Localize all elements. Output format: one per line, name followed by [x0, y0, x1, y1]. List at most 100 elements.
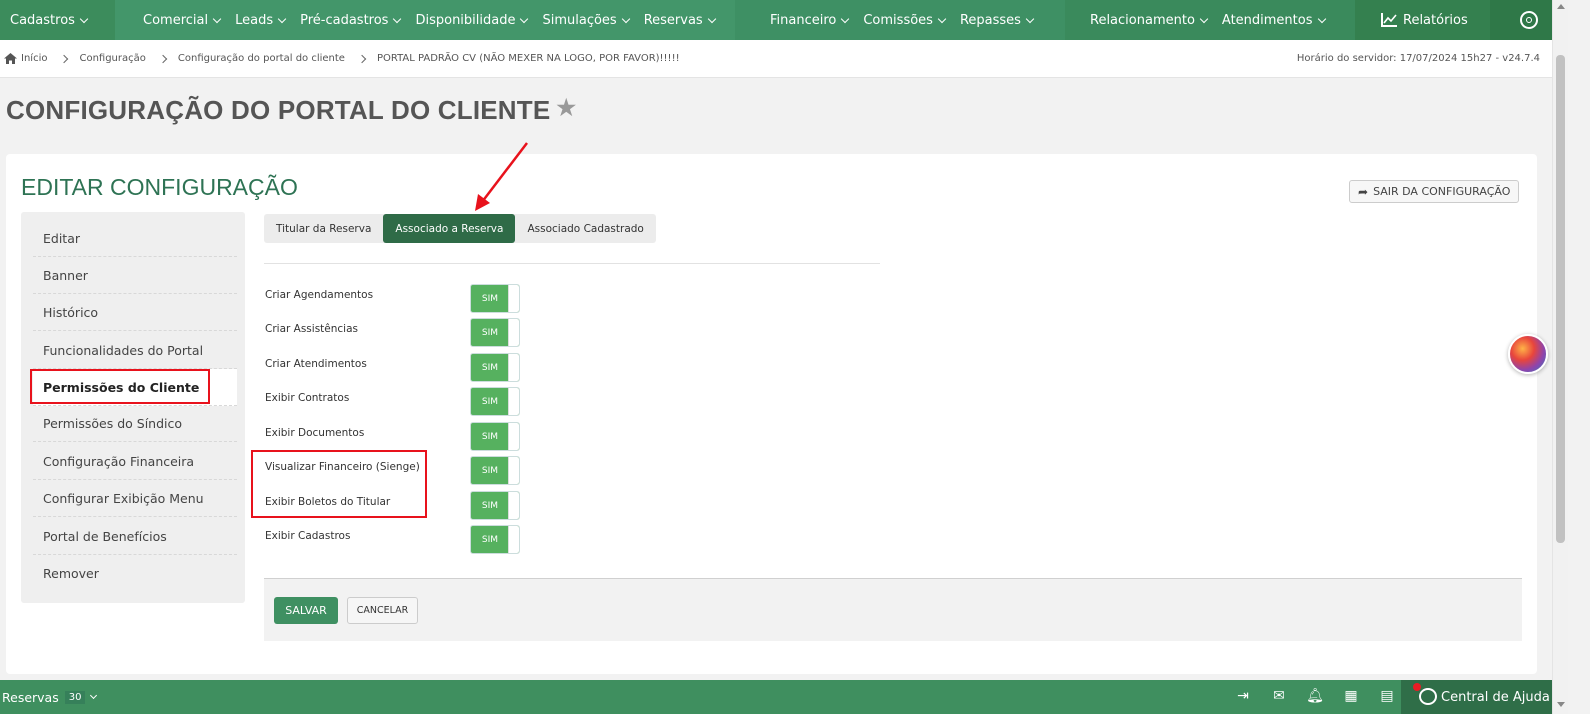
- nav-item-leads[interactable]: Leads: [235, 12, 287, 28]
- permission-toggle[interactable]: SIM: [470, 491, 520, 520]
- form-actions: SALVAR CANCELAR: [264, 578, 1522, 641]
- nav-item-pre-cadastros[interactable]: Pré-cadastros: [300, 12, 402, 28]
- permission-toggle[interactable]: SIM: [470, 353, 520, 382]
- nav-item-relatorios[interactable]: Relatórios: [1381, 13, 1468, 28]
- breadcrumb-label: Configuração: [79, 53, 146, 64]
- toggle-knob: [508, 423, 519, 450]
- nav-label: Relacionamento: [1090, 12, 1195, 28]
- sidebar-item-permissoes-sindico[interactable]: Permissões do Síndico: [33, 405, 237, 442]
- announcement-icon[interactable]: ✉: [1270, 687, 1288, 705]
- nav-label: Reservas: [643, 12, 703, 28]
- toggle-knob: [508, 388, 519, 415]
- toggle-knob: [508, 319, 519, 346]
- line-chart-icon: [1381, 13, 1397, 27]
- collapse-arrow-icon[interactable]: ⇥: [1234, 687, 1252, 705]
- cancel-button[interactable]: CANCELAR: [347, 597, 418, 624]
- tab-associado-reserva[interactable]: Associado a Reserva: [383, 214, 516, 243]
- chevron-down-icon: [707, 14, 716, 23]
- permission-label: Criar Atendimentos: [265, 358, 367, 370]
- nav-label: Pré-cadastros: [300, 12, 389, 28]
- star-icon[interactable]: ★: [556, 95, 576, 121]
- tab-associado-cadastrado[interactable]: Associado Cadastrado: [515, 214, 655, 243]
- nav-item-comercial[interactable]: Comercial: [143, 13, 222, 28]
- nav-item-atendimentos[interactable]: Atendimentos: [1222, 13, 1326, 28]
- chevron-down-icon: [212, 14, 222, 23]
- sidebar-item-editar[interactable]: Editar: [33, 220, 237, 257]
- nav-label: Relatórios: [1403, 12, 1468, 28]
- permission-label: Criar Assistências: [265, 323, 358, 335]
- sidebar-item-config-financeira[interactable]: Configuração Financeira: [33, 443, 237, 480]
- nav-item-financeiro[interactable]: Financeiro: [770, 12, 850, 28]
- toggle-value: SIM: [481, 327, 499, 338]
- breadcrumb-item-current: PORTAL PADRÃO CV (NÃO MEXER NA LOGO, POR…: [377, 53, 680, 64]
- assistant-orb-icon[interactable]: [1508, 334, 1548, 374]
- breadcrumb-label: PORTAL PADRÃO CV (NÃO MEXER NA LOGO, POR…: [376, 53, 680, 64]
- nav-item-comissoes[interactable]: Comissões: [863, 13, 947, 28]
- toggle-value: SIM: [481, 431, 499, 442]
- permission-toggle[interactable]: SIM: [470, 318, 520, 347]
- nav-segment-relatorios: Relatórios: [1355, 0, 1490, 40]
- sidebar-item-funcionalidades[interactable]: Funcionalidades do Portal: [33, 332, 237, 369]
- breadcrumb-item-inicio[interactable]: Início: [4, 53, 47, 64]
- permission-label: Exibir Documentos: [265, 427, 365, 439]
- toggle-value: SIM: [481, 293, 499, 304]
- toggle-value: SIM: [481, 362, 499, 373]
- scroll-down-icon[interactable]: [1557, 702, 1565, 707]
- permission-toggle[interactable]: SIM: [470, 525, 520, 554]
- chevron-down-icon: [79, 14, 89, 23]
- tab-titular-reserva[interactable]: Titular da Reserva: [264, 214, 383, 243]
- bottom-bar: Reservas 30 ⇥ ✉ 🔔︎ ▦ ▤ Central de Ajuda: [0, 680, 1552, 714]
- gear-icon[interactable]: [1520, 11, 1538, 29]
- calendar-icon[interactable]: ▦: [1342, 687, 1360, 705]
- toggle-value: SIM: [481, 500, 499, 511]
- exit-button-label: SAIR DA CONFIGURAÇÃO: [1373, 185, 1511, 198]
- toggle-knob: [508, 354, 519, 381]
- toggle-knob: [508, 526, 519, 553]
- nav-label: Financeiro: [770, 12, 837, 28]
- bell-icon[interactable]: 🔔︎: [1306, 687, 1324, 705]
- chevron-down-icon: [621, 14, 630, 23]
- nav-item-reservas[interactable]: Reservas: [643, 12, 716, 28]
- scroll-thumb[interactable]: [1556, 55, 1565, 543]
- calculator-icon[interactable]: ▤: [1378, 687, 1396, 705]
- chevron-down-icon: [841, 14, 850, 23]
- permission-toggle[interactable]: SIM: [470, 284, 520, 313]
- breadcrumb-item-configuracao[interactable]: Configuração: [79, 53, 145, 64]
- chevron-right-icon: [60, 54, 69, 63]
- chat-bubble-icon: [1419, 688, 1437, 705]
- save-button[interactable]: SALVAR: [274, 597, 338, 624]
- permission-label: Exibir Contratos: [265, 392, 350, 404]
- sidebar-item-exibicao-menu[interactable]: Configurar Exibição Menu: [33, 480, 237, 517]
- permission-label: Exibir Cadastros: [265, 530, 351, 542]
- nav-label: Leads: [235, 12, 274, 28]
- page-scrollbar[interactable]: [1552, 0, 1568, 714]
- chevron-down-icon: [277, 14, 287, 23]
- nav-item-disponibilidade[interactable]: Disponibilidade: [415, 13, 529, 28]
- sidebar-item-portal-beneficios[interactable]: Portal de Benefícios: [33, 518, 237, 555]
- sidebar-item-banner[interactable]: Banner: [33, 257, 237, 294]
- breadcrumb-item-portal-config[interactable]: Configuração do portal do cliente: [178, 53, 345, 64]
- home-icon: [4, 53, 17, 64]
- chevron-down-icon: [1317, 14, 1326, 23]
- nav-segment-relacionamento: Relacionamento Atendimentos: [1065, 0, 1355, 40]
- exit-configuration-button[interactable]: ➦ SAIR DA CONFIGURAÇÃO: [1349, 180, 1520, 203]
- help-center-button[interactable]: Central de Ajuda: [1401, 680, 1552, 714]
- chevron-down-icon: [393, 14, 402, 23]
- nav-item-repasses[interactable]: Repasses: [960, 13, 1035, 28]
- toggle-value: SIM: [481, 396, 499, 407]
- permission-toggle[interactable]: SIM: [470, 456, 520, 485]
- sidebar-item-historico[interactable]: Histórico: [33, 294, 237, 331]
- reservas-selector[interactable]: Reservas 30: [2, 690, 98, 705]
- nav-item-relacionamento[interactable]: Relacionamento: [1090, 12, 1209, 28]
- permission-toggle[interactable]: SIM: [470, 387, 520, 416]
- reservas-count: 30: [64, 690, 86, 704]
- chevron-down-icon: [520, 14, 529, 23]
- nav-item-cadastros[interactable]: Cadastros: [10, 13, 89, 28]
- nav-item-simulacoes[interactable]: Simulações: [542, 13, 630, 28]
- permission-toggle[interactable]: SIM: [470, 422, 520, 451]
- scroll-up-icon[interactable]: [1557, 4, 1565, 9]
- annotation-box: [251, 450, 427, 518]
- annotation-arrow-icon: [475, 142, 528, 211]
- nav-segment-financeiro: Financeiro Comissões Repasses: [735, 0, 1065, 40]
- sidebar-item-remover[interactable]: Remover: [33, 555, 237, 592]
